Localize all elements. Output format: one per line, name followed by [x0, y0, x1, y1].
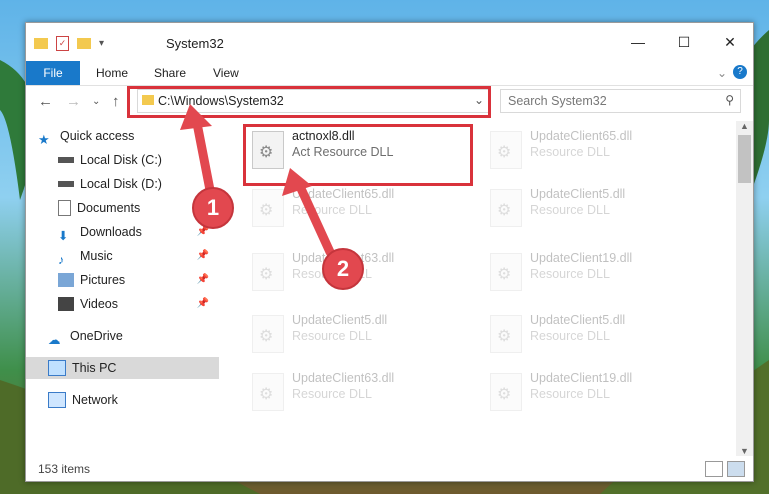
step-1-badge: 1 — [192, 187, 234, 229]
annotation-arrows — [180, 104, 335, 257]
step-2-badge: 2 — [322, 248, 364, 290]
